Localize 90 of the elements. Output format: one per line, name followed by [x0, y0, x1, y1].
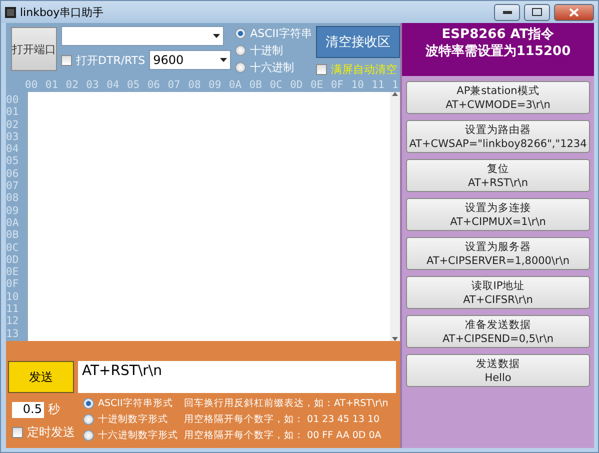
at-command-button[interactable]: 设置为服务器 AT+CIPSERVER=1,8000\r\n: [406, 237, 590, 270]
column-header: 09: [208, 79, 222, 91]
column-header: 0A: [228, 79, 243, 91]
row-number: 0E: [6, 266, 20, 278]
row-number: 03: [6, 130, 20, 144]
scroll-up-icon[interactable]: [392, 92, 398, 96]
minimize-button[interactable]: [494, 4, 520, 20]
row-number: 02: [6, 118, 20, 131]
format-label: ASCII字符串: [250, 26, 312, 41]
column-header: 0E: [310, 79, 324, 91]
timed-send-checkbox[interactable]: [12, 427, 23, 438]
row-number: 11: [6, 303, 20, 316]
row-number: 00: [6, 94, 20, 106]
timed-send-label: 定时发送: [27, 424, 75, 441]
dropdown-arrow-icon: [220, 58, 228, 62]
dropdown-arrow-icon: [213, 34, 220, 38]
interval-field[interactable]: 0.5: [12, 402, 44, 418]
column-header: 0D: [290, 79, 304, 91]
row-number: 07: [6, 180, 20, 192]
close-button[interactable]: [554, 4, 594, 20]
column-header: 10: [351, 79, 365, 91]
column-header: 06: [147, 79, 161, 91]
row-number: 05: [6, 155, 20, 168]
row-number: 09: [6, 204, 20, 217]
scrollbar[interactable]: [390, 92, 400, 341]
send-format-hint: 回车换行用反斜杠前缀表达，如：AT+RST\r\n: [184, 397, 388, 410]
maximize-icon: [532, 8, 542, 16]
row-number: 0D: [6, 254, 20, 266]
column-header: 01: [45, 79, 60, 91]
send-input[interactable]: AT+RST\r\n: [78, 361, 396, 393]
format-radio[interactable]: [235, 28, 246, 39]
column-header: 00: [25, 79, 39, 91]
row-number: 04: [6, 143, 20, 156]
window-title: linkboy串口助手: [20, 4, 105, 20]
at-command-button[interactable]: 准备发送数据 AT+CIPSEND=0,5\r\n: [406, 315, 590, 348]
row-number: 10: [6, 290, 20, 304]
at-command-button[interactable]: AP兼station模式 AT+CWMODE=3\r\n: [406, 81, 590, 114]
column-header: 02: [66, 79, 80, 91]
send-button[interactable]: 发送: [8, 361, 74, 393]
format-radio[interactable]: [235, 62, 246, 73]
at-panel-title: ESP8266 AT指令: [442, 26, 554, 43]
minimize-icon: [502, 10, 512, 14]
send-format-radio[interactable]: [83, 414, 94, 425]
column-header: 03: [86, 79, 100, 91]
row-number: 0A: [6, 216, 20, 230]
column-header: 0C: [270, 79, 284, 91]
column-header: 07: [168, 79, 182, 91]
send-format-hint: 用空格隔开每个数字，如： 00 FF AA 0D 0A: [184, 429, 382, 442]
send-format-hint: 用空格隔开每个数字，如： 01 23 45 13 10: [184, 413, 380, 426]
dtr-rts-label: 打开DTR/RTS: [76, 52, 146, 68]
at-panel-title: 波特率需设置为115200: [425, 43, 571, 60]
row-number: 0C: [6, 242, 20, 254]
at-command-button[interactable]: 复位 AT+RST\r\n: [406, 159, 590, 192]
format-label: 十六进制: [250, 60, 294, 75]
format-label: 十进制: [250, 43, 284, 58]
row-number: 0B: [6, 229, 20, 242]
column-header: 11: [372, 79, 386, 91]
column-header: 0B: [249, 79, 263, 91]
maximize-button[interactable]: [524, 4, 550, 20]
baud-select[interactable]: 9600: [149, 50, 232, 70]
at-command-button[interactable]: 发送数据 Hello: [406, 354, 590, 387]
at-command-button[interactable]: 设置为多连接 AT+CIPMUX=1\r\n: [406, 198, 590, 231]
send-format-radio[interactable]: [83, 430, 94, 441]
app-icon: [5, 6, 16, 18]
row-number: 08: [6, 192, 20, 205]
row-number: 06: [6, 168, 20, 180]
column-header: 04: [106, 79, 120, 91]
interval-unit: 秒: [48, 401, 60, 418]
column-header: 05: [126, 79, 141, 91]
dtr-rts-checkbox[interactable]: [61, 54, 72, 66]
format-radio[interactable]: [235, 45, 246, 56]
auto-clear-label: 满屏自动清空: [330, 62, 397, 77]
column-header: 08: [188, 79, 202, 91]
clear-receive-button[interactable]: 清空接收区: [316, 26, 400, 58]
row-number: 12: [6, 315, 20, 328]
close-icon: [569, 8, 579, 16]
row-number: 0F: [6, 278, 20, 291]
send-format-label: ASCII字符串形式: [98, 397, 173, 410]
at-command-button[interactable]: 设置为路由器 AT+CWSAP="linkboy8266","1234: [406, 120, 590, 153]
open-port-button[interactable]: 打开端口: [11, 27, 57, 71]
row-number: 01: [6, 106, 20, 119]
column-header: 1: [392, 79, 400, 91]
send-format-label: 十进制数字形式: [98, 413, 168, 426]
port-select[interactable]: [61, 26, 224, 46]
send-format-label: 十六进制数字形式: [98, 429, 178, 442]
at-command-button[interactable]: 读取IP地址 AT+CIFSR\r\n: [406, 276, 590, 309]
auto-clear-checkbox[interactable]: [316, 64, 327, 75]
row-number: 13: [6, 328, 20, 340]
send-format-radio[interactable]: [83, 398, 94, 409]
column-header: 0F: [330, 79, 345, 91]
